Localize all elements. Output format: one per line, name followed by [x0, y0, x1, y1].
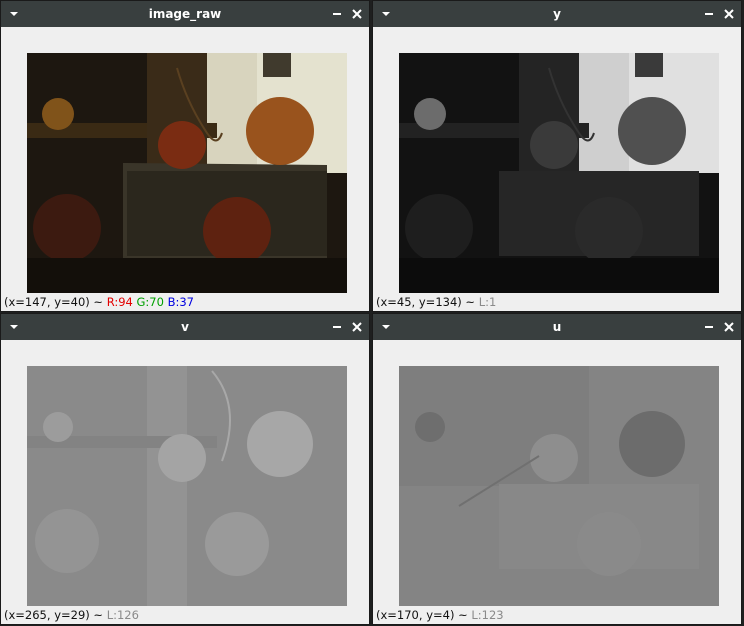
cursor-coords: (x=147, y=40) ~ [4, 295, 104, 309]
title-bar[interactable]: u [373, 314, 741, 340]
close-icon[interactable] [351, 8, 363, 20]
luma-image[interactable] [399, 53, 719, 293]
minimize-icon[interactable] [331, 8, 343, 20]
red-value: R:94 [106, 295, 133, 309]
cursor-coords: (x=265, y=29) ~ [4, 608, 104, 622]
u-value: L:123 [471, 608, 504, 622]
close-icon[interactable] [723, 321, 735, 333]
window-title: image_raw [148, 7, 222, 21]
minimize-icon[interactable] [703, 8, 715, 20]
cursor-coords: (x=170, y=4) ~ [376, 608, 468, 622]
v-value: L:126 [106, 608, 139, 622]
cursor-coords: (x=45, y=134) ~ [376, 295, 476, 309]
window-title: y [553, 7, 561, 21]
title-bar[interactable]: v [1, 314, 369, 340]
close-icon[interactable] [351, 321, 363, 333]
window-v: v (x=265, y=29) ~ L:126 [0, 313, 370, 625]
u-channel-image[interactable] [399, 366, 719, 606]
v-channel-image[interactable] [27, 366, 347, 606]
window-u: u (x=170, y=4) ~ L:123 [372, 313, 742, 625]
status-bar: (x=265, y=29) ~ L:126 [4, 608, 139, 622]
window-title: u [552, 320, 562, 334]
title-bar[interactable]: y [373, 1, 741, 27]
minimize-icon[interactable] [703, 321, 715, 333]
status-bar: (x=45, y=134) ~ L:1 [376, 295, 496, 309]
blue-value: B:37 [167, 295, 194, 309]
camera-image[interactable] [27, 53, 347, 293]
status-bar: (x=147, y=40) ~ R:94 G:70 B:37 [4, 295, 194, 309]
green-value: G:70 [136, 295, 164, 309]
window-image-raw: image_raw (x=147, y=40) ~ R:94 G:70 B:37 [0, 0, 370, 312]
luma-value: L:1 [478, 295, 497, 309]
minimize-icon[interactable] [331, 321, 343, 333]
window-title: v [181, 320, 189, 334]
close-icon[interactable] [723, 8, 735, 20]
status-bar: (x=170, y=4) ~ L:123 [376, 608, 504, 622]
title-bar[interactable]: image_raw [1, 1, 369, 27]
window-y: y (x=45, y=134) ~ L:1 [372, 0, 742, 312]
